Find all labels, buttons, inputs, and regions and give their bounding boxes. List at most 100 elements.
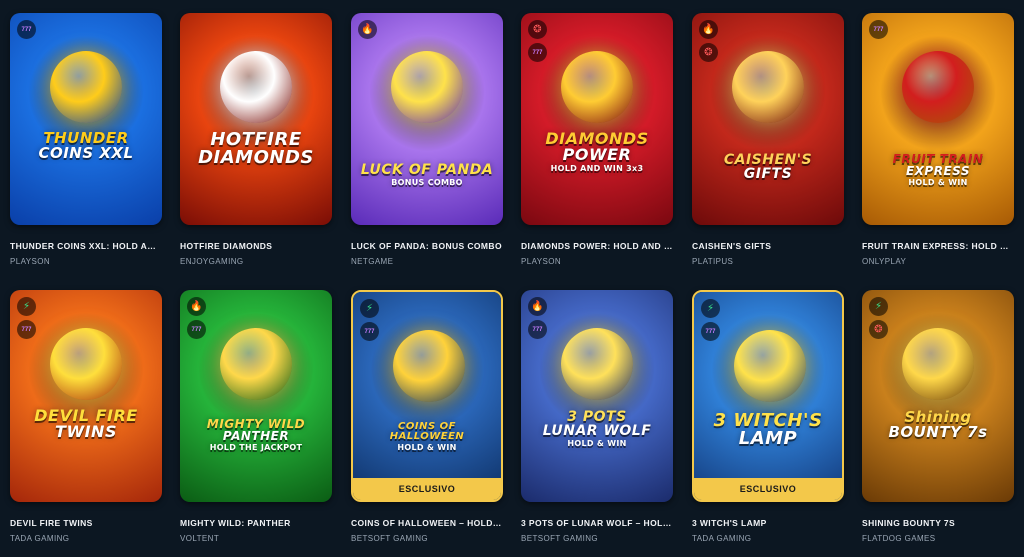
game-logo-line: LAMP [738, 428, 798, 449]
jackpot-icon: 777 [528, 320, 547, 339]
game-card[interactable]: 3 POTS LUNAR WOLF HOLD & WIN 🔥 777 3 POTS OF … [521, 290, 673, 543]
game-logo-line: PANTHER [222, 429, 290, 443]
game-badges: 🔥 ❂ [699, 20, 718, 62]
game-provider: TADA GAMING [692, 534, 752, 543]
game-badges: 777 [17, 20, 36, 39]
jackpot-icon: 777 [701, 322, 720, 341]
game-thumbnail[interactable]: Shining BOUNTY 7s ⚡ ❂ [862, 290, 1014, 502]
game-logo: THUNDER COINS XXL [16, 131, 156, 161]
game-provider: ONLYPLAY [862, 257, 907, 266]
game-title[interactable]: CAISHEN'S GIFTS [692, 241, 844, 251]
bolt-icon: ⚡ [701, 299, 720, 318]
game-title[interactable]: SHINING BOUNTY 7S [862, 518, 1014, 528]
game-logo-subtitle: HOLD & WIN [397, 443, 457, 452]
game-provider: PLAYSON [10, 257, 50, 266]
game-badges: 777 [869, 20, 888, 39]
game-logo-subtitle: HOLD AND WIN 3x3 [550, 164, 644, 173]
game-provider: VOLTENT [180, 534, 220, 543]
exclusive-label: ESCLUSIVO [694, 478, 842, 500]
game-emblem [561, 328, 633, 400]
exclusive-label: ESCLUSIVO [353, 478, 501, 500]
game-title[interactable]: MIGHTY WILD: PANTHER [180, 518, 332, 528]
fire-icon: 🔥 [358, 20, 377, 39]
game-logo: FRUIT TRAIN EXPRESS HOLD & WIN [868, 153, 1008, 187]
game-logo: 3 WITCH'S LAMP [700, 412, 836, 448]
bolt-icon: ⚡ [360, 299, 379, 318]
game-card[interactable]: DIAMONDS POWER HOLD AND WIN 3x3 ❂ 777 DIAMOND… [521, 13, 673, 266]
game-badges: ⚡ 777 [360, 299, 379, 341]
game-thumbnail[interactable]: COINS OF HALLOWEEN HOLD & WIN ⚡ 777 ESCLUSIV… [351, 290, 503, 502]
game-logo-line: BOUNTY 7s [888, 423, 988, 441]
game-logo-line: COINS XXL [38, 144, 134, 162]
game-card[interactable]: THUNDER COINS XXL 777 THUNDER COINS XXL: HO… [10, 13, 162, 266]
game-title[interactable]: 3 POTS OF LUNAR WOLF – HOLD… [521, 518, 673, 528]
game-emblem [50, 328, 122, 400]
game-title[interactable]: DIAMONDS POWER: HOLD AND … [521, 241, 673, 251]
game-logo-line: COINS OF HALLOWEEN [389, 421, 465, 442]
game-emblem [732, 51, 804, 123]
game-provider: FLATDOG GAMES [862, 534, 936, 543]
game-emblem [561, 51, 633, 123]
game-provider: NETGAME [351, 257, 394, 266]
fire-icon: 🔥 [528, 297, 547, 316]
game-badges: 🔥 777 [528, 297, 547, 339]
game-logo-line: GIFTS [743, 166, 793, 182]
game-provider: PLATIPUS [692, 257, 734, 266]
game-badges: ❂ 777 [528, 20, 547, 62]
game-logo: HOTFIRE DIAMONDS [186, 131, 326, 167]
game-logo-subtitle: HOLD THE JACKPOT [209, 443, 303, 452]
game-thumbnail[interactable]: MIGHTY WILD PANTHER HOLD THE JACKPOT 🔥 777 [180, 290, 332, 502]
game-badges: ⚡ 777 [701, 299, 720, 341]
game-title[interactable]: 3 WITCH'S LAMP [692, 518, 844, 528]
game-emblem [220, 328, 292, 400]
game-title[interactable]: LUCK OF PANDA: BONUS COMBO [351, 241, 503, 251]
drops-icon: ❂ [699, 43, 718, 62]
bolt-icon: ⚡ [869, 297, 888, 316]
game-thumbnail[interactable]: HOTFIRE DIAMONDS [180, 13, 332, 225]
game-card[interactable]: FRUIT TRAIN EXPRESS HOLD & WIN 777 FRUIT TRA… [862, 13, 1014, 266]
game-thumbnail[interactable]: FRUIT TRAIN EXPRESS HOLD & WIN 777 [862, 13, 1014, 225]
game-provider: BETSOFT GAMING [351, 534, 429, 543]
game-card[interactable]: DEVIL FIRE TWINS ⚡ 777 DEVIL FIRE TWINS TADA … [10, 290, 162, 543]
game-logo: CAISHEN'S GIFTS [698, 153, 838, 181]
game-logo-line: DIAMONDS [198, 147, 314, 168]
game-emblem [220, 51, 292, 123]
game-card[interactable]: LUCK OF PANDA BONUS COMBO 🔥 LUCK OF PANDA: … [351, 13, 503, 266]
jackpot-icon: 777 [187, 320, 206, 339]
game-logo: LUCK OF PANDA BONUS COMBO [357, 163, 497, 187]
game-card[interactable]: 3 WITCH'S LAMP ⚡ 777 ESCLUSIVO 3 WITCH'S LAMP… [692, 290, 844, 543]
game-card[interactable]: HOTFIRE DIAMONDS HOTFIRE DIAMONDS ENJOYGAMI… [180, 13, 332, 266]
game-thumbnail[interactable]: LUCK OF PANDA BONUS COMBO 🔥 [351, 13, 503, 225]
game-badges: ⚡ 777 [17, 297, 36, 339]
game-emblem [391, 51, 463, 123]
game-logo: Shining BOUNTY 7s [868, 410, 1008, 440]
game-thumbnail[interactable]: THUNDER COINS XXL 777 [10, 13, 162, 225]
game-thumbnail[interactable]: CAISHEN'S GIFTS 🔥 ❂ [692, 13, 844, 225]
game-title[interactable]: DEVIL FIRE TWINS [10, 518, 162, 528]
game-thumbnail[interactable]: DIAMONDS POWER HOLD AND WIN 3x3 ❂ 777 [521, 13, 673, 225]
game-card[interactable]: COINS OF HALLOWEEN HOLD & WIN ⚡ 777 ESCLUSIV… [351, 290, 503, 543]
game-logo-subtitle: HOLD & WIN [567, 439, 627, 448]
game-provider: BETSOFT GAMING [521, 534, 599, 543]
game-card[interactable]: MIGHTY WILD PANTHER HOLD THE JACKPOT 🔥 777 MI… [180, 290, 332, 543]
game-emblem [902, 328, 974, 400]
game-title[interactable]: HOTFIRE DIAMONDS [180, 241, 332, 251]
game-thumbnail[interactable]: DEVIL FIRE TWINS ⚡ 777 [10, 290, 162, 502]
jackpot-icon: 777 [869, 20, 888, 39]
game-logo: 3 POTS LUNAR WOLF HOLD & WIN [527, 410, 667, 448]
game-card[interactable]: Shining BOUNTY 7s ⚡ ❂ SHINING BOUNTY 7S FLATD… [862, 290, 1014, 543]
game-title[interactable]: FRUIT TRAIN EXPRESS: HOLD &… [862, 241, 1014, 251]
game-title[interactable]: COINS OF HALLOWEEN – HOLD … [351, 518, 503, 528]
game-emblem [393, 330, 465, 402]
game-thumbnail[interactable]: 3 WITCH'S LAMP ⚡ 777 ESCLUSIVO [692, 290, 844, 502]
game-emblem [902, 51, 974, 123]
game-logo-subtitle: BONUS COMBO [391, 178, 463, 187]
fire-icon: 🔥 [187, 297, 206, 316]
drops-icon: ❂ [528, 20, 547, 39]
jackpot-icon: 777 [360, 322, 379, 341]
game-emblem [50, 51, 122, 123]
game-title[interactable]: THUNDER COINS XXL: HOLD AN… [10, 241, 162, 251]
game-logo: COINS OF HALLOWEEN HOLD & WIN [359, 422, 495, 452]
game-thumbnail[interactable]: 3 POTS LUNAR WOLF HOLD & WIN 🔥 777 [521, 290, 673, 502]
game-card[interactable]: CAISHEN'S GIFTS 🔥 ❂ CAISHEN'S GIFTS PLATIPUS [692, 13, 844, 266]
